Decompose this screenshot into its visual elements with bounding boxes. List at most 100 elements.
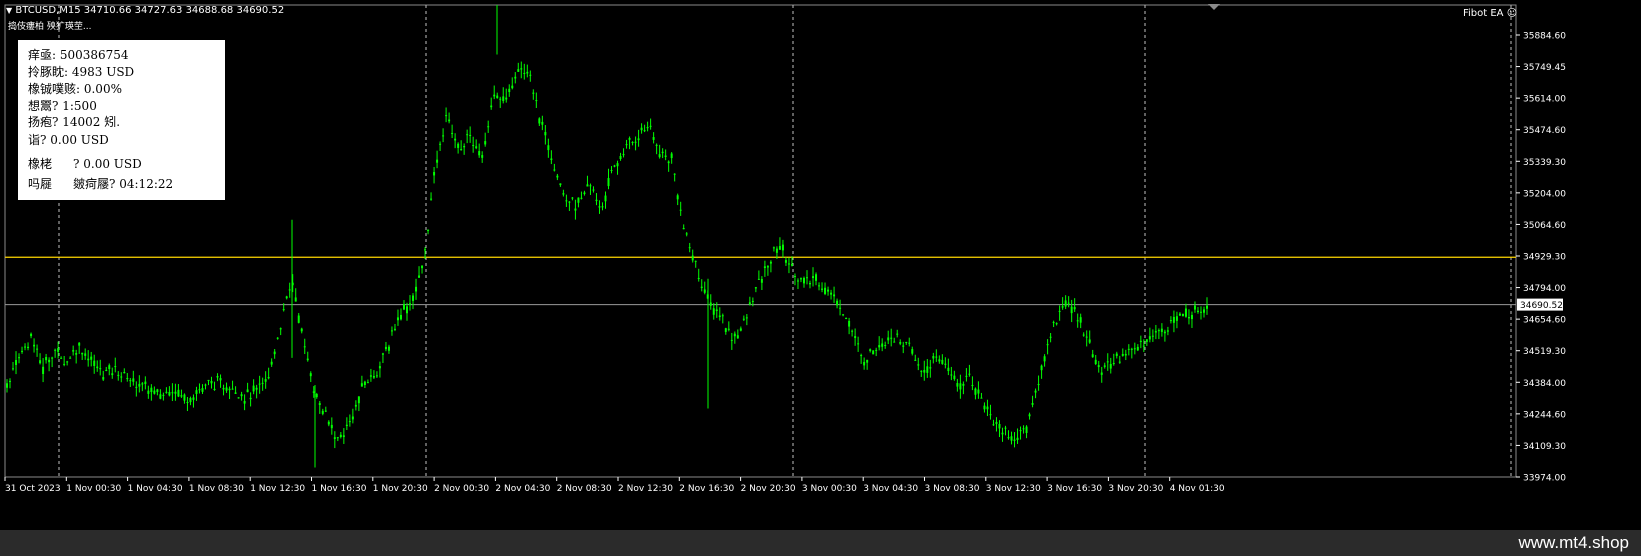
candle-body <box>294 297 297 302</box>
candle <box>535 92 538 109</box>
chart-area[interactable]: 35884.60 35749.45 35614.00 35474.60 35339.30… <box>0 0 1641 530</box>
candle-body <box>1097 365 1100 368</box>
candle <box>809 280 812 289</box>
candle-body <box>914 359 917 361</box>
time-label: 2 Nov 00:30 <box>434 484 489 494</box>
candle <box>818 282 821 291</box>
candle-body <box>980 397 983 399</box>
candle <box>980 392 983 399</box>
candle <box>433 166 436 184</box>
candle-body <box>1157 330 1160 332</box>
candle-body <box>812 276 815 279</box>
candle-body <box>796 280 799 282</box>
candle-body <box>228 388 231 391</box>
candle <box>953 370 956 381</box>
candle <box>568 201 571 211</box>
candle-body <box>643 130 646 132</box>
ea-label-box[interactable]: Fibot EA ☺ <box>1463 8 1517 19</box>
candle-body <box>1175 316 1178 321</box>
candle <box>1115 351 1118 359</box>
candle-body <box>598 206 601 208</box>
candle <box>1058 305 1061 321</box>
candle-body <box>381 353 384 355</box>
candle <box>318 400 321 414</box>
candle <box>390 326 393 336</box>
candle-body <box>920 370 923 372</box>
time-label: 3 Nov 16:30 <box>1047 484 1102 494</box>
candle-body <box>246 389 249 393</box>
candle <box>120 372 123 383</box>
shift-marker-icon[interactable] <box>1208 4 1220 10</box>
candle <box>192 394 195 408</box>
candle <box>481 151 484 163</box>
candle-body <box>700 286 703 288</box>
candle <box>195 386 198 401</box>
candle <box>607 168 610 190</box>
candle <box>806 270 808 285</box>
candle <box>243 394 246 411</box>
candle <box>75 349 78 364</box>
candle-body <box>947 367 950 372</box>
candle-body <box>583 192 586 195</box>
candle-body <box>601 206 604 208</box>
candle <box>231 380 234 390</box>
candle-body <box>204 384 207 386</box>
candle-body <box>559 183 562 186</box>
candle <box>63 355 66 367</box>
candle <box>1193 301 1196 313</box>
candle-body <box>9 380 12 382</box>
candle-body <box>39 360 42 364</box>
candle <box>583 190 586 196</box>
dropdown-icon[interactable]: ▼ <box>6 6 12 15</box>
candle-body <box>24 346 27 348</box>
candle-body <box>276 337 279 339</box>
candle <box>917 357 920 371</box>
candle-body <box>580 197 583 199</box>
candle <box>255 384 258 399</box>
candle <box>667 160 670 172</box>
candle <box>1097 360 1100 373</box>
candle-body <box>96 366 99 369</box>
candle-body <box>607 178 610 187</box>
candle-body <box>652 137 655 140</box>
candle <box>962 381 965 395</box>
candle <box>977 381 980 399</box>
price-label: 35204.00 <box>1523 189 1566 199</box>
candle-body <box>150 387 153 392</box>
price-label: 34384.00 <box>1523 379 1566 389</box>
candle-body <box>457 143 460 148</box>
candle <box>935 349 938 362</box>
candle <box>21 346 24 354</box>
candle <box>1163 329 1166 342</box>
candle-body <box>911 349 914 354</box>
candle-body <box>336 437 339 439</box>
price-chart[interactable]: 35884.60 35749.45 35614.00 35474.60 35339.30… <box>0 0 1641 530</box>
time-label: 3 Nov 12:30 <box>986 484 1041 494</box>
candle <box>415 278 418 300</box>
candle-body <box>887 337 890 341</box>
candle <box>760 276 763 291</box>
candle <box>1001 427 1004 442</box>
candle <box>703 281 706 295</box>
candle <box>676 193 679 206</box>
candle-body <box>995 421 998 425</box>
candle <box>258 375 261 394</box>
candle <box>589 183 592 195</box>
candle <box>842 314 845 317</box>
candle <box>84 348 87 360</box>
candle <box>1016 428 1019 444</box>
price-label: 35064.60 <box>1523 221 1566 231</box>
candle-body <box>378 366 381 369</box>
candle-body <box>318 403 321 405</box>
candle-body <box>769 261 772 264</box>
candle <box>99 359 102 376</box>
candle <box>661 148 664 159</box>
candle <box>384 341 387 352</box>
candle <box>932 352 935 364</box>
candle <box>463 143 466 155</box>
candle-body <box>342 435 345 438</box>
candle <box>649 118 652 130</box>
candle-body <box>721 315 724 317</box>
price-label: 34519.30 <box>1523 347 1566 357</box>
chart-header: ▼ BTCUSD,M15 34710.66 34727.63 34688.68 … <box>6 5 284 16</box>
